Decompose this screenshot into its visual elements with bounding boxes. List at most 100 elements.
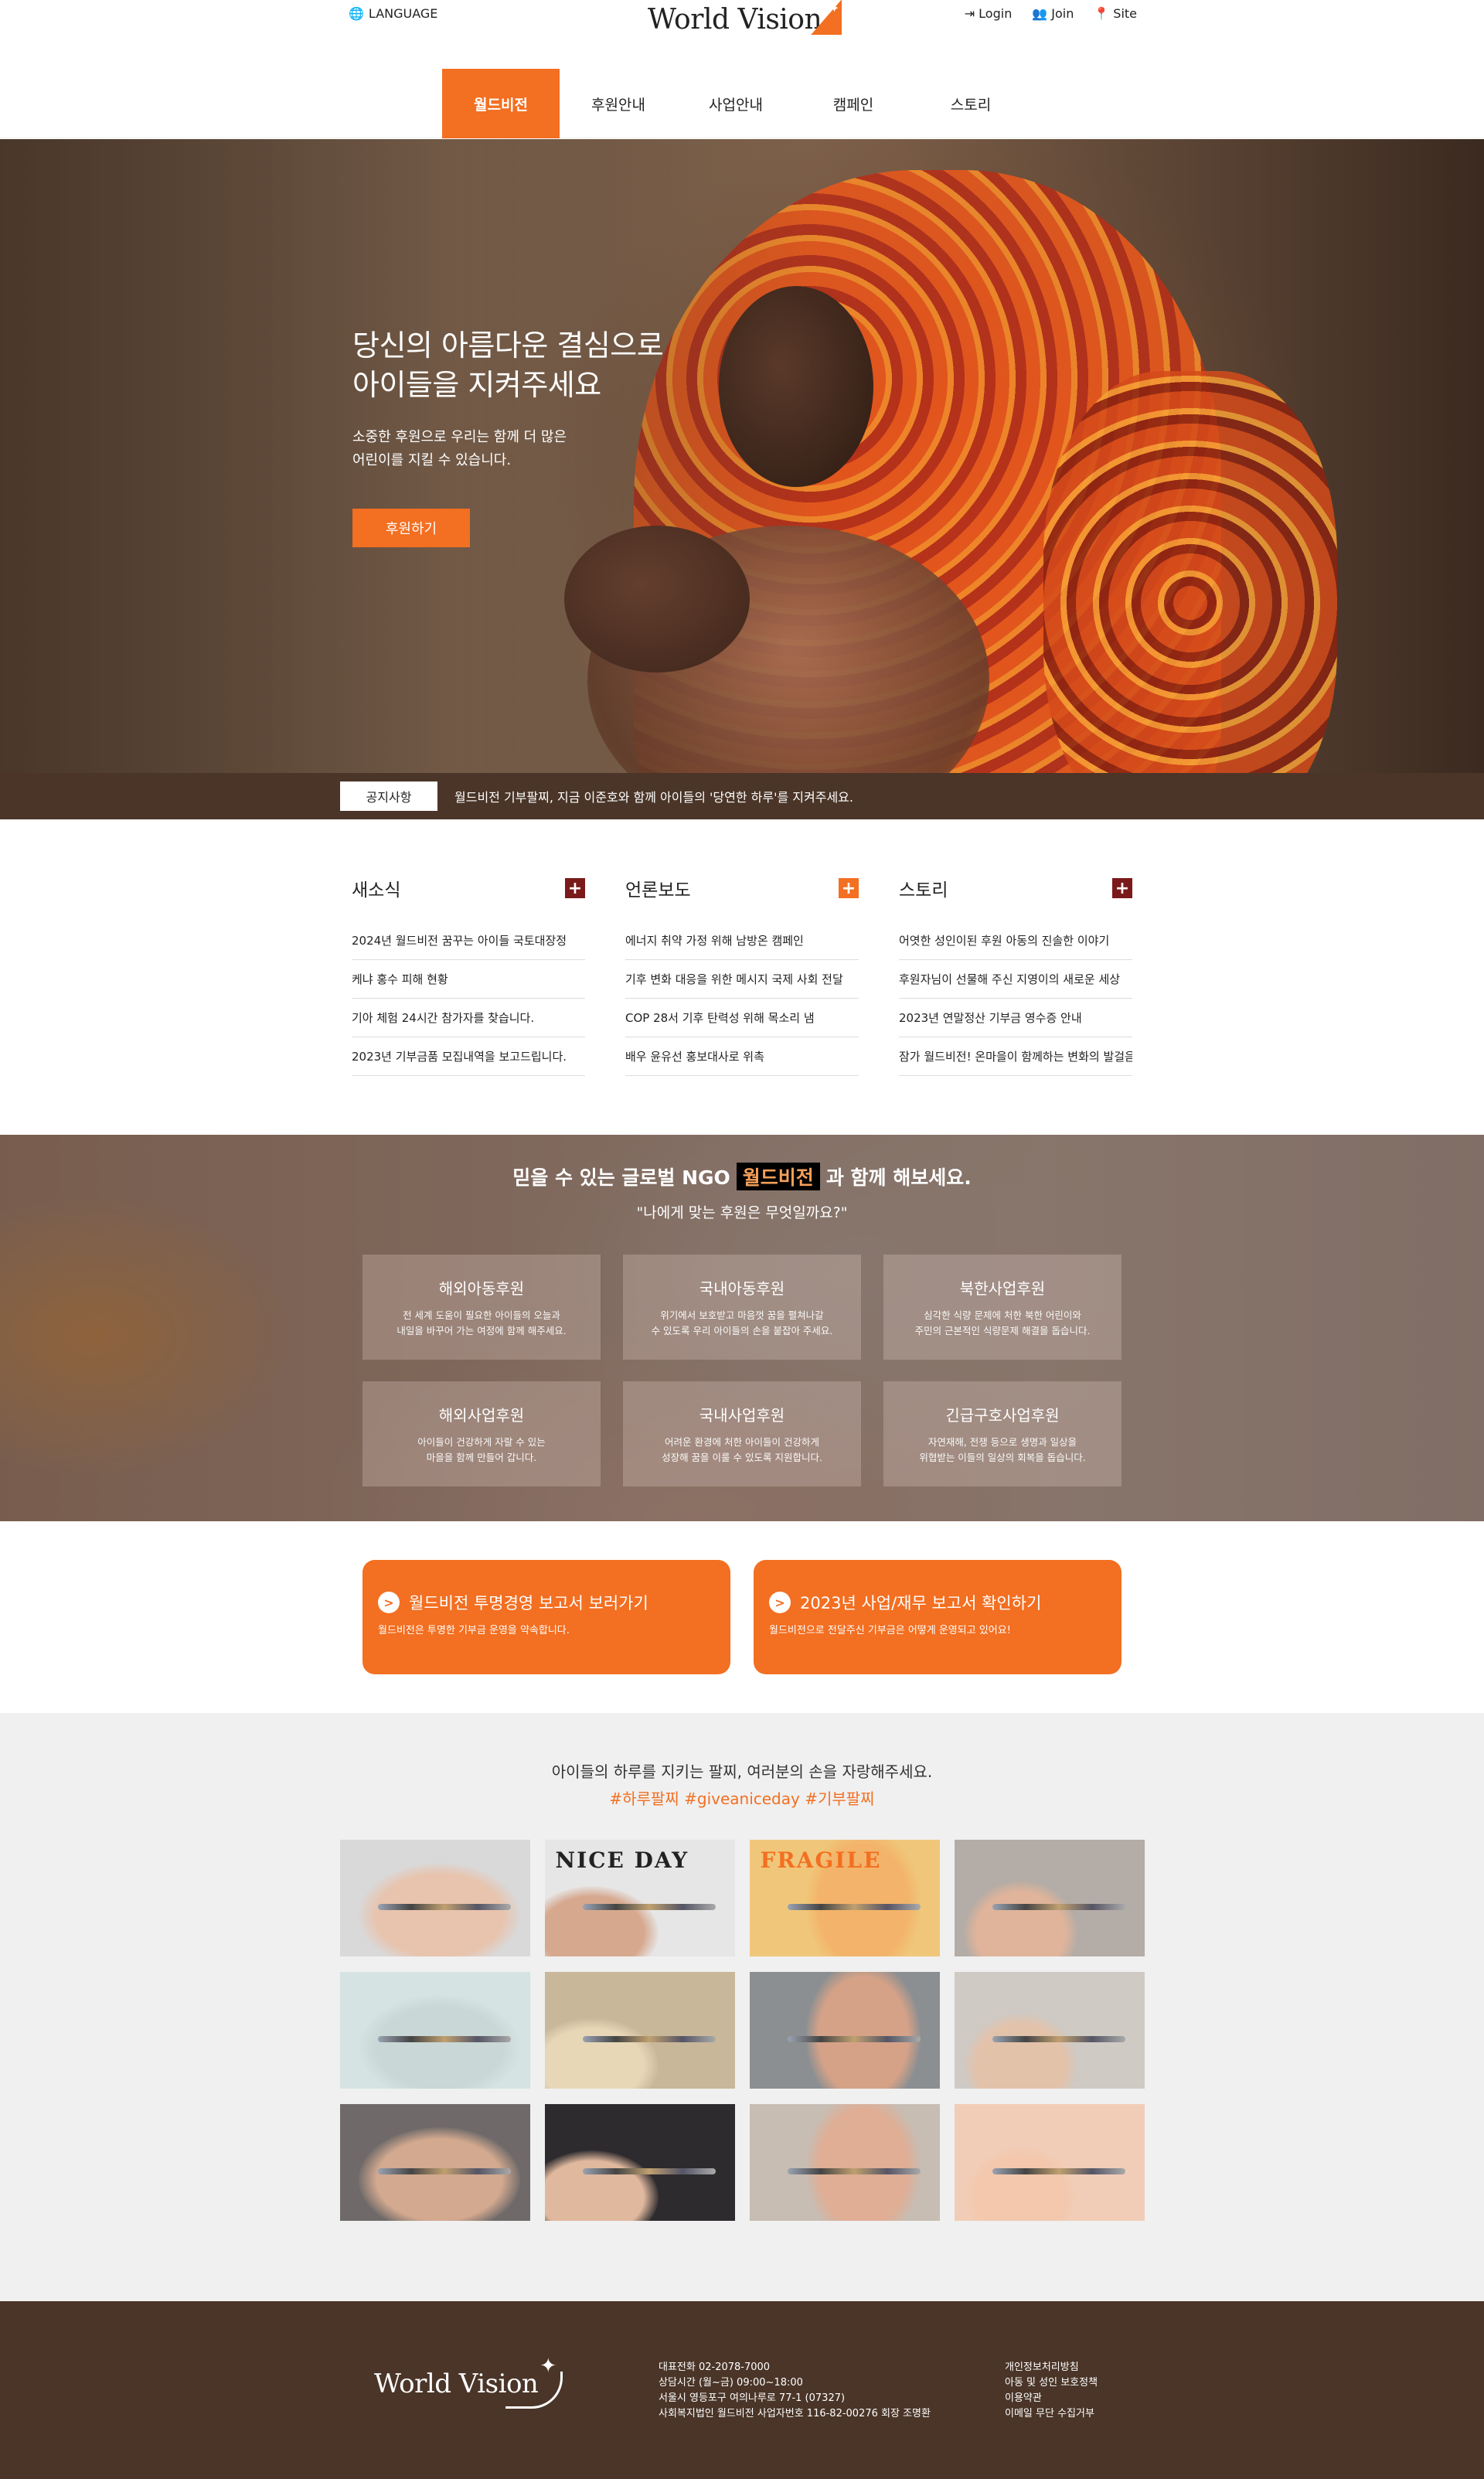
support-title-before: 믿을 수 있는 글로벌 NGO: [512, 1166, 730, 1189]
footer-link-privacy[interactable]: 개인정보처리방침: [1005, 2360, 1098, 2375]
list-item[interactable]: COP 28서 기후 탄력성 위해 목소리 냄: [625, 999, 859, 1037]
bracelet: [377, 2168, 511, 2175]
list-item[interactable]: 후원자님이 선물해 주신 지영이의 새로운 세상: [899, 960, 1132, 999]
bracelet: [377, 2036, 511, 2043]
gallery-photo[interactable]: [544, 1972, 735, 2089]
support-card-overseas-child[interactable]: 해외아동후원 전 세계 도움이 필요한 아이들의 오늘과내일을 바꾸어 가는 여…: [362, 1255, 601, 1360]
photo-hand: [806, 2104, 921, 2221]
report-title: 월드비전 투명경영 보고서 보러가기: [409, 1594, 648, 1612]
gallery-photo[interactable]: [749, 2104, 940, 2221]
list-item[interactable]: 배우 윤유선 홍보대사로 위촉: [625, 1037, 859, 1076]
report-desc: 월드비전은 투명한 기부금 운영을 약속합니다.: [378, 1625, 570, 1636]
list-item[interactable]: 2023년 연말정산 기부금 영수증 안내: [899, 999, 1132, 1037]
footer-link-email[interactable]: 이메일 무단 수집거부: [1005, 2406, 1098, 2422]
support-card-north-korea[interactable]: 북한사업후원 심각한 식량 문제에 처한 북한 어린이와 주민의 근본적인 식량문…: [883, 1255, 1122, 1360]
login-link[interactable]: ⇥ Login: [965, 6, 1013, 21]
list-item[interactable]: 잠가 월드비전! 온마을이 함께하는 변화의 발걸음: [899, 1037, 1132, 1076]
gallery-photo[interactable]: [339, 1840, 530, 1956]
gallery-photo[interactable]: [954, 1972, 1145, 2089]
annual-report-button[interactable]: > 2023년 사업/재무 보고서 확인하기 월드비전으로 전달주신 기부금은 …: [754, 1560, 1122, 1674]
gallery-photo[interactable]: [954, 1840, 1145, 1956]
photo-hand: [806, 1972, 921, 2089]
gallery-photo[interactable]: NICE DAY: [544, 1840, 735, 1956]
card-desc-line2: 내일을 바꾸어 가는 여정에 함께 해주세요.: [397, 1324, 567, 1337]
nav-item-story[interactable]: 스토리: [912, 69, 1030, 138]
gallery-hashtags[interactable]: #하루팔찌 #giveaniceday #기부팔찌: [0, 1786, 1484, 1809]
list-item[interactable]: 기아 체험 24시간 참가자를 찾습니다.: [352, 999, 585, 1037]
donate-button[interactable]: 후원하기: [352, 508, 470, 547]
plus-icon[interactable]: +: [1112, 878, 1132, 898]
support-subtitle: "나에게 맞는 후원은 무엇일까요?": [636, 1204, 848, 1221]
bracelet: [787, 1904, 921, 1911]
join-link[interactable]: 👥 Join: [1032, 6, 1074, 21]
gallery-photo[interactable]: [339, 2104, 530, 2221]
gallery-photo[interactable]: [954, 2104, 1145, 2221]
map-pin-icon: 📍: [1094, 5, 1110, 21]
list-item[interactable]: 2024년 월드비전 꿈꾸는 아이들 국토대장정: [352, 921, 585, 960]
photo-hand: [963, 2012, 1078, 2089]
column-title: 스토리: [899, 880, 948, 901]
card-title: 해외아동후원: [438, 1279, 525, 1299]
nav-item-donation-guide[interactable]: 후원안내: [560, 69, 677, 138]
photo-caption: FRAGILE: [760, 1847, 882, 1873]
footer-link-protection[interactable]: 아동 및 성인 보호정책: [1005, 2375, 1098, 2391]
card-desc-line1: 아이들이 건강하게 자랄 수 있는: [417, 1436, 546, 1449]
notice-tag[interactable]: 공지사항: [340, 781, 437, 811]
photo-hand: [544, 1886, 659, 1956]
bracelet: [992, 1904, 1125, 1911]
list-item[interactable]: 어엿한 성인이된 후원 아동의 진솔한 이야기: [899, 921, 1132, 960]
hero-banner: 당신의 아름다운 결심으로 아이들을 지켜주세요 소중한 후원으로 우리는 함께…: [0, 139, 1484, 773]
reports-section: > 월드비전 투명경영 보고서 보러가기 월드비전은 투명한 기부금 운영을 약…: [0, 1521, 1484, 1713]
site-footer: World Vision ✦ 대표전화 02-2078-7000 상담시간 (월…: [0, 2301, 1484, 2479]
hero-description: 소중한 후원으로 우리는 함께 더 많은 어린이를 지킬 수 있습니다.: [352, 426, 663, 473]
list-item[interactable]: 2023년 기부금품 모집내역을 보고드립니다.: [352, 1037, 585, 1076]
gallery-photo[interactable]: [544, 2104, 735, 2221]
nav-item-worldvision[interactable]: 월드비전: [442, 69, 560, 138]
footer-hours: 상담시간 (월~금) 09:00~18:00: [659, 2377, 803, 2389]
bracelet-gallery: 아이들의 하루를 지키는 팔찌, 여러분의 손을 자랑해주세요. #하루팔찌 #…: [0, 1713, 1484, 2301]
news-column-press: 언론보도 + 에너지 취약 가정 위해 남방온 캠페인 기후 변화 대응을 위한…: [625, 875, 859, 1076]
column-title: 언론보도: [625, 880, 691, 901]
world-vision-logo[interactable]: World Vision ✦: [648, 0, 842, 39]
news-column-story: 스토리 + 어엿한 성인이된 후원 아동의 진솔한 이야기 후원자님이 선물해 …: [899, 875, 1132, 1076]
hero-title-line2: 아이들을 지켜주세요: [352, 368, 601, 403]
card-title: 북한사업후원: [959, 1279, 1046, 1299]
gallery-photo[interactable]: FRAGILE: [749, 1840, 940, 1956]
top-bar: 🌐 LANGUAGE World Vision ✦ ⇥ Login 👥 Join…: [0, 0, 1484, 70]
language-label: LANGUAGE: [368, 6, 438, 21]
plus-icon[interactable]: +: [839, 878, 859, 898]
support-card-emergency-relief[interactable]: 긴급구호사업후원 자연재해, 전쟁 등으로 생명과 일상을 위협받는 이들의 일상…: [883, 1381, 1122, 1486]
footer-link-terms[interactable]: 이용약관: [1005, 2391, 1098, 2406]
footer-info: 대표전화 02-2078-7000 상담시간 (월~금) 09:00~18:00…: [659, 2360, 931, 2422]
photo-hand: [544, 2018, 659, 2089]
plus-icon[interactable]: +: [565, 878, 585, 898]
site-link[interactable]: 📍 Site: [1094, 6, 1137, 21]
card-desc: 아이들이 건강하게 자랄 수 있는마을을 함께 만들어 갑니다.: [417, 1435, 545, 1465]
nav-item-business-guide[interactable]: 사업안내: [677, 69, 795, 138]
bracelet: [582, 2168, 716, 2175]
list-item[interactable]: 기후 변화 대응을 위한 메시지 국제 사회 전달: [625, 960, 859, 999]
gallery-photo[interactable]: [749, 1972, 940, 2089]
card-desc-line2: 주민의 근본적인 식량문제 해결을 돕습니다.: [914, 1324, 1091, 1337]
card-desc-line1: 어려운 환경에 처한 아이들이 건강하게: [665, 1436, 819, 1449]
card-desc-line2: 마을을 함께 만들어 갑니다.: [426, 1451, 537, 1463]
transparency-report-button[interactable]: > 월드비전 투명경영 보고서 보러가기 월드비전은 투명한 기부금 운영을 약…: [362, 1560, 730, 1674]
photo-hand: [963, 2144, 1078, 2221]
gallery-photo[interactable]: [339, 1972, 530, 2089]
card-desc-line1: 전 세계 도움이 필요한 아이들의 오늘과: [403, 1309, 560, 1322]
language-selector[interactable]: 🌐 LANGUAGE: [349, 6, 437, 21]
support-card-domestic-child[interactable]: 국내아동후원 위기에서 보호받고 마음껏 꿈을 펼쳐나갈 수 있도록 우리 아이들…: [623, 1255, 861, 1360]
news-column-news: 새소식 + 2024년 월드비전 꿈꾸는 아이들 국토대장정 케냐 홍수 피해 …: [352, 875, 585, 1076]
support-card-domestic-project[interactable]: 국내사업후원 어려운 환경에 처한 아이들이 건강하게 성장해 꿈을 이룰 수 있…: [623, 1381, 861, 1486]
support-card-overseas-project[interactable]: 해외사업후원 아이들이 건강하게 자랄 수 있는 마을을 함께 만들어 갑니다.: [362, 1381, 601, 1486]
footer-phone: 대표전화 02-2078-7000: [659, 2362, 771, 2373]
list-item[interactable]: 에너지 취약 가정 위해 남방온 캠페인: [625, 921, 859, 960]
nav-item-campaign[interactable]: 캠페인: [795, 69, 912, 138]
bracelet: [787, 2168, 921, 2175]
footer-logo[interactable]: World Vision ✦: [374, 2355, 563, 2409]
list-item[interactable]: 케냐 홍수 피해 현황: [352, 960, 585, 999]
photo-hand: [963, 1880, 1078, 1956]
login-icon: ⇥: [964, 5, 975, 21]
notice-text[interactable]: 월드비전 기부팔찌, 지금 이준호와 함께 아이들의 '당연한 하루'를 지켜주…: [454, 787, 853, 805]
footer-address: 서울시 영등포구 여의나루로 77-1 (07327): [659, 2392, 846, 2404]
